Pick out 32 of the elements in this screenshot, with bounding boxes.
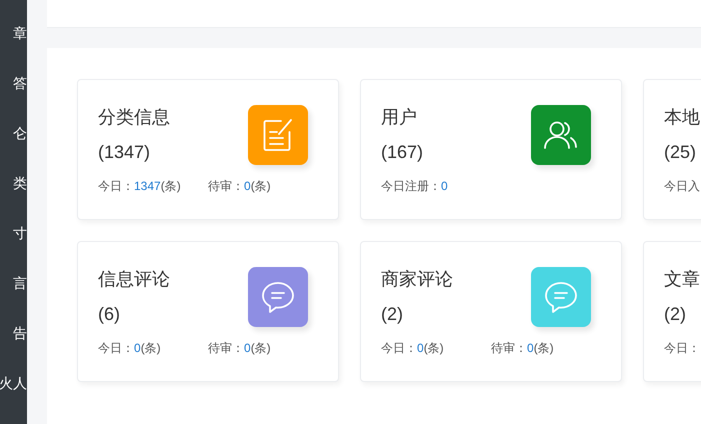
card-title: 文章 xyxy=(664,268,701,291)
note-edit-icon xyxy=(263,118,293,152)
card-title: 本地 xyxy=(664,106,701,129)
sidebar-item[interactable]: 类 xyxy=(13,173,27,193)
card-count: (1347) xyxy=(98,141,152,164)
users-icon xyxy=(544,121,578,149)
card-title: 用户 xyxy=(381,106,418,129)
stat-text: 待审：0(条) xyxy=(208,340,271,356)
stat-text: 今日入 xyxy=(664,178,701,194)
stat-text: 今日： xyxy=(664,340,701,356)
card-count: (167) xyxy=(381,141,424,164)
sidebar-item[interactable]: 言 xyxy=(13,273,27,293)
card-title: 分类信息 xyxy=(98,106,171,129)
stat-text: 今日：0(条) xyxy=(381,340,445,356)
stat-text: 待审：0(条) xyxy=(491,340,554,356)
sidebar-item[interactable]: 答 xyxy=(13,73,27,93)
speech-bubble-icon xyxy=(261,281,295,313)
stat-text: 待审：0(条) xyxy=(208,178,271,194)
card-count: (25) xyxy=(664,141,698,164)
stat-text: 今日：0(条) xyxy=(98,340,162,356)
sidebar-item[interactable]: 仑 xyxy=(13,123,27,143)
card-count: (2) xyxy=(664,303,687,326)
card-count: (2) xyxy=(381,303,404,326)
sidebar-item[interactable]: 章 xyxy=(13,23,27,43)
card-count: (6) xyxy=(98,303,121,326)
sidebar-item[interactable]: 寸 xyxy=(13,223,27,243)
sidebar-item[interactable]: 告 xyxy=(13,323,27,343)
card-title: 商家评论 xyxy=(381,268,454,291)
stat-text: 今日注册：0 xyxy=(381,178,449,194)
card-title: 信息评论 xyxy=(98,268,171,291)
speech-bubble-icon xyxy=(544,281,578,313)
stat-text: 今日：1347(条) xyxy=(98,178,182,194)
